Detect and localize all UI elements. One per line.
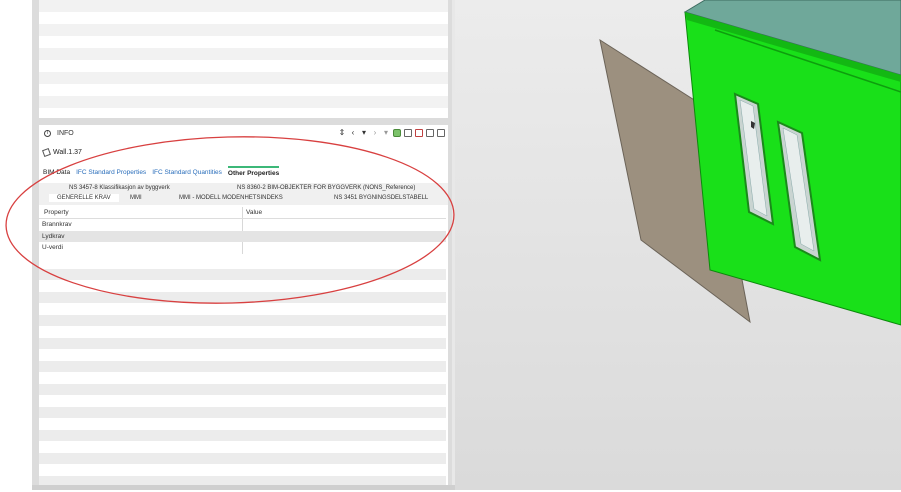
annotation-overlay bbox=[5, 136, 455, 304]
red-ellipse-annotation bbox=[5, 136, 455, 304]
